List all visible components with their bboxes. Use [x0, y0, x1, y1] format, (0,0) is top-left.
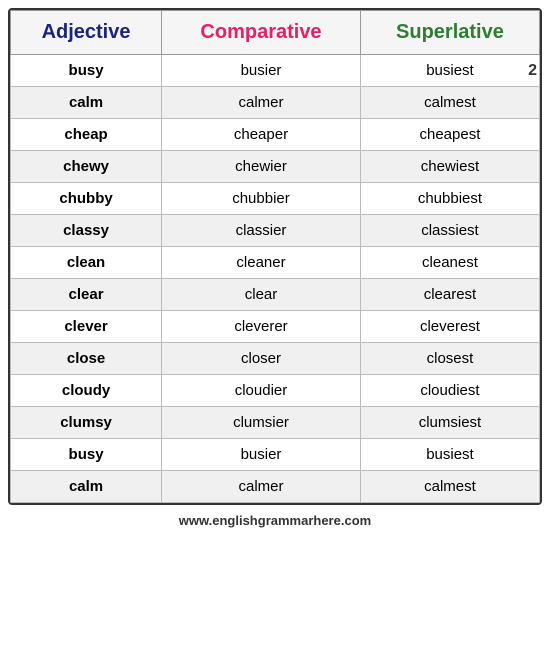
table-row: calmcalmercalmest: [11, 87, 540, 119]
cell-comparative: calmer: [162, 471, 361, 503]
header-superlative: Superlative: [360, 11, 539, 55]
cell-adjective: classy: [11, 215, 162, 247]
cell-adjective: cheap: [11, 119, 162, 151]
cell-superlative: cleanest: [360, 247, 539, 279]
cell-superlative: calmest: [360, 471, 539, 503]
cell-superlative: busiest: [360, 439, 539, 471]
cell-superlative: cloudiest: [360, 375, 539, 407]
header-adjective: Adjective: [11, 11, 162, 55]
table-row: classyclassierclassiest: [11, 215, 540, 247]
cell-comparative: classier: [162, 215, 361, 247]
table-row: cloudycloudiercloudiest: [11, 375, 540, 407]
table-row: cheapcheapercheapest: [11, 119, 540, 151]
cell-adjective: busy: [11, 55, 162, 87]
cell-comparative: chubbier: [162, 183, 361, 215]
page-number: 2: [528, 62, 537, 80]
cell-superlative: calmest: [360, 87, 539, 119]
cell-superlative: clearest: [360, 279, 539, 311]
table-body: busybusierbusiest 2calmcalmercalmestchea…: [11, 55, 540, 503]
cell-comparative: cloudier: [162, 375, 361, 407]
table-header-row: Adjective Comparative Superlative: [11, 11, 540, 55]
cell-adjective: cloudy: [11, 375, 162, 407]
table-row: clevercleverercleverest: [11, 311, 540, 343]
table-row: busybusierbusiest 2: [11, 55, 540, 87]
cell-superlative: clumsiest: [360, 407, 539, 439]
cell-superlative: closest: [360, 343, 539, 375]
table-row: chubbychubbierchubbiest: [11, 183, 540, 215]
table-row: calmcalmercalmest: [11, 471, 540, 503]
table-row: clumsyclumsierclumsiest: [11, 407, 540, 439]
cell-comparative: cleverer: [162, 311, 361, 343]
cell-comparative: busier: [162, 439, 361, 471]
cell-adjective: clear: [11, 279, 162, 311]
cell-adjective: clumsy: [11, 407, 162, 439]
table-row: closecloserclosest: [11, 343, 540, 375]
header-comparative: Comparative: [162, 11, 361, 55]
cell-comparative: clear: [162, 279, 361, 311]
footer-url: www.englishgrammarhere.com: [179, 513, 371, 528]
table-row: clearclearclearest: [11, 279, 540, 311]
cell-superlative: cheapest: [360, 119, 539, 151]
cell-comparative: chewier: [162, 151, 361, 183]
cell-adjective: close: [11, 343, 162, 375]
table-row: busybusierbusiest: [11, 439, 540, 471]
cell-comparative: closer: [162, 343, 361, 375]
cell-comparative: busier: [162, 55, 361, 87]
cell-adjective: chubby: [11, 183, 162, 215]
main-table-wrapper: Adjective Comparative Superlative busybu…: [8, 8, 542, 505]
cell-comparative: cleaner: [162, 247, 361, 279]
cell-superlative: chubbiest: [360, 183, 539, 215]
cell-comparative: cheaper: [162, 119, 361, 151]
cell-superlative: busiest 2: [360, 55, 539, 87]
cell-adjective: busy: [11, 439, 162, 471]
table-row: chewychewierchewiest: [11, 151, 540, 183]
cell-comparative: clumsier: [162, 407, 361, 439]
cell-superlative: cleverest: [360, 311, 539, 343]
cell-adjective: chewy: [11, 151, 162, 183]
cell-superlative: classiest: [360, 215, 539, 247]
adjectives-table: Adjective Comparative Superlative busybu…: [10, 10, 540, 503]
cell-comparative: calmer: [162, 87, 361, 119]
cell-adjective: clean: [11, 247, 162, 279]
table-row: cleancleanercleanest: [11, 247, 540, 279]
cell-superlative: chewiest: [360, 151, 539, 183]
cell-adjective: calm: [11, 87, 162, 119]
cell-adjective: calm: [11, 471, 162, 503]
cell-adjective: clever: [11, 311, 162, 343]
